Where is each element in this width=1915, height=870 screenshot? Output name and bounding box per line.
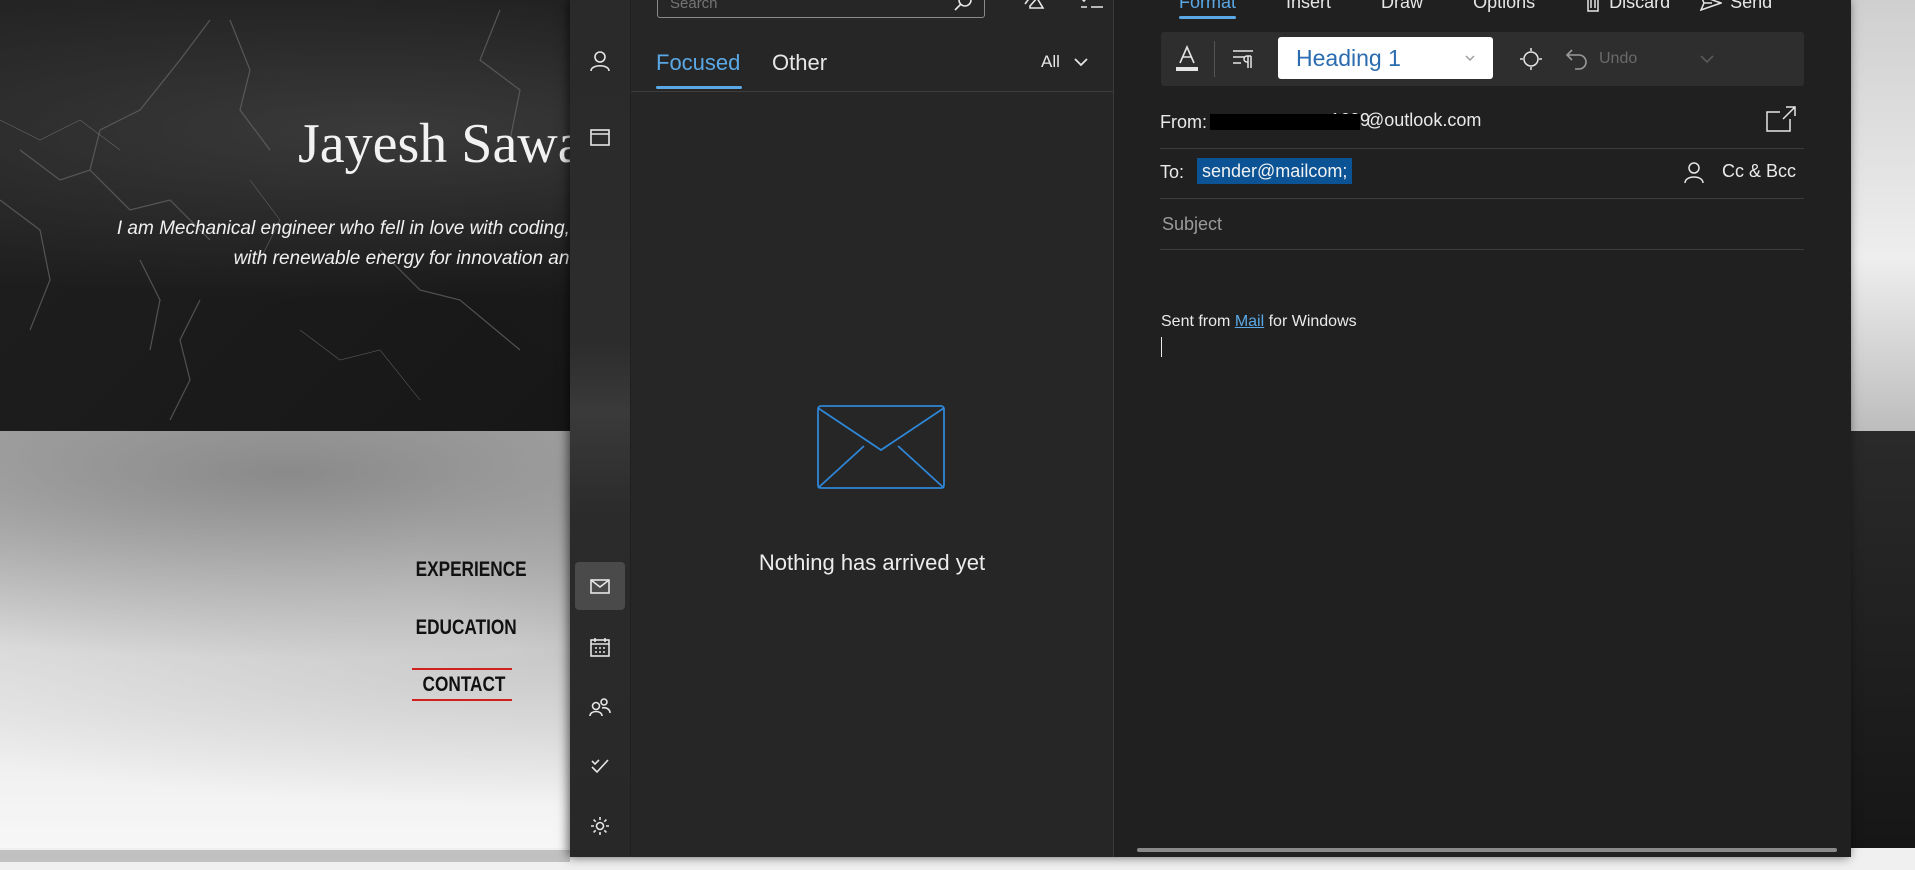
discard-button[interactable]: Discard <box>1585 0 1670 13</box>
from-email: @outlook.com <box>1366 110 1482 130</box>
paragraph-button[interactable] <box>1225 41 1261 77</box>
style-select[interactable]: Heading 1 <box>1278 37 1493 79</box>
page-scroll-thumb[interactable] <box>0 850 570 862</box>
signature-suffix: for Windows <box>1264 313 1357 330</box>
to-row[interactable]: To: sender@mailcom; Cc & Bcc <box>1160 148 1804 199</box>
site-bio-line-1: I am Mechanical engineer who fell in lov… <box>116 218 594 239</box>
trash-icon <box>1587 0 1599 12</box>
chevron-down-icon <box>1700 55 1714 64</box>
from-row: From: 1699 @outlook.com <box>1160 98 1804 149</box>
empty-mail-icon <box>817 405 945 489</box>
undo-button[interactable]: Undo <box>1565 41 1665 77</box>
filter-label: All <box>1041 52 1060 71</box>
nav-experience[interactable]: EXPERIENCE <box>416 558 527 582</box>
tab-draw[interactable]: Draw <box>1381 0 1423 13</box>
search-input[interactable] <box>668 0 942 14</box>
font-color-icon <box>1176 45 1198 71</box>
discard-label: Discard <box>1609 0 1671 12</box>
contact-underline-bottom <box>412 699 512 701</box>
compose-pane: Format Insert Draw Options Discard Send <box>1114 0 1851 857</box>
empty-state-text: Nothing has arrived yet <box>758 550 986 575</box>
mail-button[interactable] <box>575 562 625 610</box>
signature-prefix: Sent from <box>1161 313 1235 330</box>
tab-insert[interactable]: Insert <box>1286 0 1331 13</box>
select-mode-icon[interactable] <box>1079 0 1105 14</box>
contact-underline-top <box>412 668 512 670</box>
to-recipient[interactable]: sender@mailcom; <box>1197 158 1353 184</box>
font-format-button[interactable] <box>1169 41 1205 77</box>
nav-contact[interactable]: CONTACT <box>416 673 513 697</box>
site-title: Jayesh Sawa <box>298 113 583 175</box>
account-button[interactable] <box>575 37 625 85</box>
search-icon[interactable] <box>952 0 974 13</box>
folders-button[interactable] <box>575 113 625 161</box>
todo-icon <box>591 759 609 774</box>
tab-format[interactable]: Format <box>1179 0 1237 19</box>
undo-label: Undo <box>1599 50 1638 67</box>
paragraph-icon <box>1233 50 1253 68</box>
ribbon-tabs: Format Insert Draw Options Discard Send <box>1179 0 1822 19</box>
filter-dropdown[interactable]: All <box>1041 52 1088 72</box>
calendar-icon <box>590 638 610 657</box>
sun-icon <box>1520 48 1542 70</box>
settings-button[interactable] <box>575 802 625 850</box>
site-right-edge-top <box>1850 0 1915 431</box>
calendar-button[interactable] <box>575 623 625 671</box>
mail-nav-rail <box>570 0 630 857</box>
compose-horizontal-scrollbar[interactable] <box>1137 848 1837 852</box>
site-bio-line-2: with renewable energy for innovation and… <box>233 248 607 269</box>
people-icon <box>589 698 611 717</box>
tab-focused[interactable]: Focused <box>656 50 740 76</box>
tab-other[interactable]: Other <box>772 50 827 76</box>
signature: Sent from Mail for Windows <box>1161 313 1357 331</box>
mail-window: Focused Other All Nothing has arrived ye… <box>570 0 1851 857</box>
todo-button[interactable] <box>575 742 625 790</box>
toolbar-separator <box>1214 41 1215 77</box>
nav-education[interactable]: EDUCATION <box>416 616 517 640</box>
folder-icon <box>590 129 610 146</box>
proofing-button[interactable] <box>1513 41 1549 77</box>
undo-icon <box>1565 49 1587 70</box>
subject-row <box>1160 199 1804 250</box>
sync-icon[interactable] <box>1021 0 1047 14</box>
person-icon <box>590 51 610 72</box>
people-button[interactable] <box>575 683 625 731</box>
list-divider <box>631 91 1113 92</box>
chevron-down-icon <box>1074 58 1088 67</box>
format-toolbar: Heading 1 Undo <box>1161 32 1804 86</box>
redaction-bar <box>1210 114 1360 130</box>
undo-more-button[interactable] <box>1689 41 1725 77</box>
signature-mail-link[interactable]: Mail <box>1235 313 1264 330</box>
mail-icon <box>590 579 610 594</box>
cc-bcc-button[interactable]: Cc & Bcc <box>1722 161 1796 182</box>
send-button[interactable]: Send <box>1700 0 1772 13</box>
send-label: Send <box>1730 0 1773 12</box>
text-caret <box>1161 337 1162 357</box>
message-list-pane: Focused Other All Nothing has arrived ye… <box>631 0 1114 857</box>
from-label: From: <box>1160 112 1207 132</box>
subject-input[interactable] <box>1160 211 1764 237</box>
to-label: To: <box>1160 162 1185 182</box>
pop-out-icon[interactable] <box>1766 106 1796 132</box>
tab-options[interactable]: Options <box>1473 0 1535 13</box>
search-box[interactable] <box>657 0 985 18</box>
chevron-down-icon <box>1465 55 1475 61</box>
settings-icon <box>591 817 609 835</box>
tab-focused-underline <box>656 86 742 89</box>
send-icon <box>1700 0 1723 11</box>
style-select-value: Heading 1 <box>1296 44 1401 71</box>
site-bio: I am Mechanical engineer who fell in lov… <box>75 214 635 274</box>
contact-picker-icon[interactable] <box>1684 162 1704 184</box>
site-right-edge-bottom <box>1850 431 1915 848</box>
